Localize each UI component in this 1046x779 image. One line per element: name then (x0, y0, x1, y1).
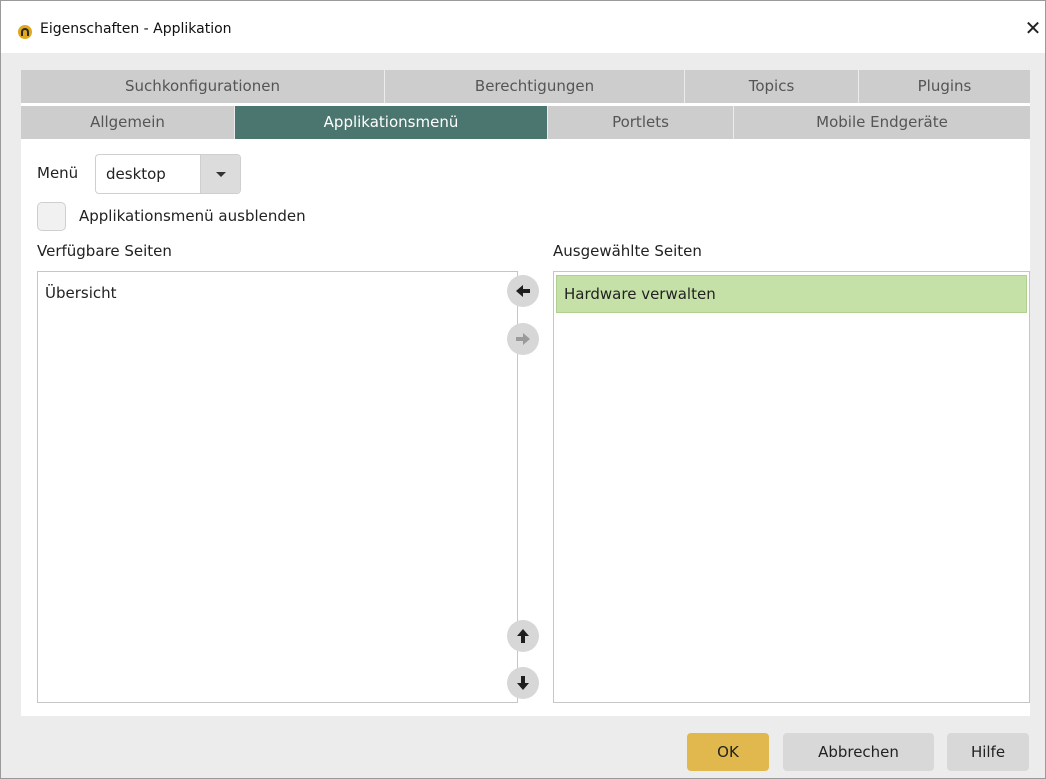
arrow-right-icon (516, 333, 530, 345)
tab-applikationsmenue[interactable]: Applikationsmenü (235, 106, 548, 139)
cancel-button[interactable]: Abbrechen (783, 733, 934, 771)
tab-topics[interactable]: Topics (685, 70, 859, 103)
arrow-up-icon (517, 629, 529, 643)
tab-mobile-endgeraete[interactable]: Mobile Endgeräte (734, 106, 1030, 139)
help-button[interactable]: Hilfe (947, 733, 1029, 771)
chevron-down-icon[interactable] (200, 155, 240, 193)
list-item[interactable]: Übersicht (45, 284, 117, 302)
available-pages-label: Verfügbare Seiten (37, 242, 172, 260)
hide-menu-checkbox[interactable] (37, 202, 66, 231)
available-pages-list[interactable]: Übersicht (37, 271, 518, 703)
selected-pages-list[interactable]: Hardware verwalten (553, 271, 1030, 703)
tab-allgemein[interactable]: Allgemein (21, 106, 235, 139)
move-right-button[interactable] (507, 323, 539, 355)
arrow-down-icon (517, 676, 529, 690)
hide-menu-label: Applikationsmenü ausblenden (79, 207, 306, 225)
tab-portlets[interactable]: Portlets (548, 106, 734, 139)
app-logo-icon (18, 25, 32, 39)
menu-select[interactable]: desktop (95, 154, 241, 194)
move-up-button[interactable] (507, 620, 539, 652)
dialog-window: Eigenschaften - Applikation ✕ Suchkonfig… (0, 0, 1046, 779)
properties-panel: Suchkonfigurationen Berechtigungen Topic… (21, 70, 1030, 716)
menu-select-value: desktop (106, 165, 166, 183)
arrow-left-icon (516, 285, 530, 297)
list-item-selected[interactable]: Hardware verwalten (556, 275, 1027, 313)
tab-berechtigungen[interactable]: Berechtigungen (385, 70, 685, 103)
window-title: Eigenschaften - Applikation (40, 21, 232, 37)
title-bar: Eigenschaften - Applikation ✕ (1, 1, 1045, 53)
menu-label: Menü (37, 164, 79, 182)
move-left-button[interactable] (507, 275, 539, 307)
selected-pages-label: Ausgewählte Seiten (553, 242, 702, 260)
tab-suchkonfigurationen[interactable]: Suchkonfigurationen (21, 70, 385, 103)
move-down-button[interactable] (507, 667, 539, 699)
close-icon[interactable]: ✕ (1023, 17, 1043, 39)
tab-plugins[interactable]: Plugins (859, 70, 1030, 103)
ok-button[interactable]: OK (687, 733, 769, 771)
